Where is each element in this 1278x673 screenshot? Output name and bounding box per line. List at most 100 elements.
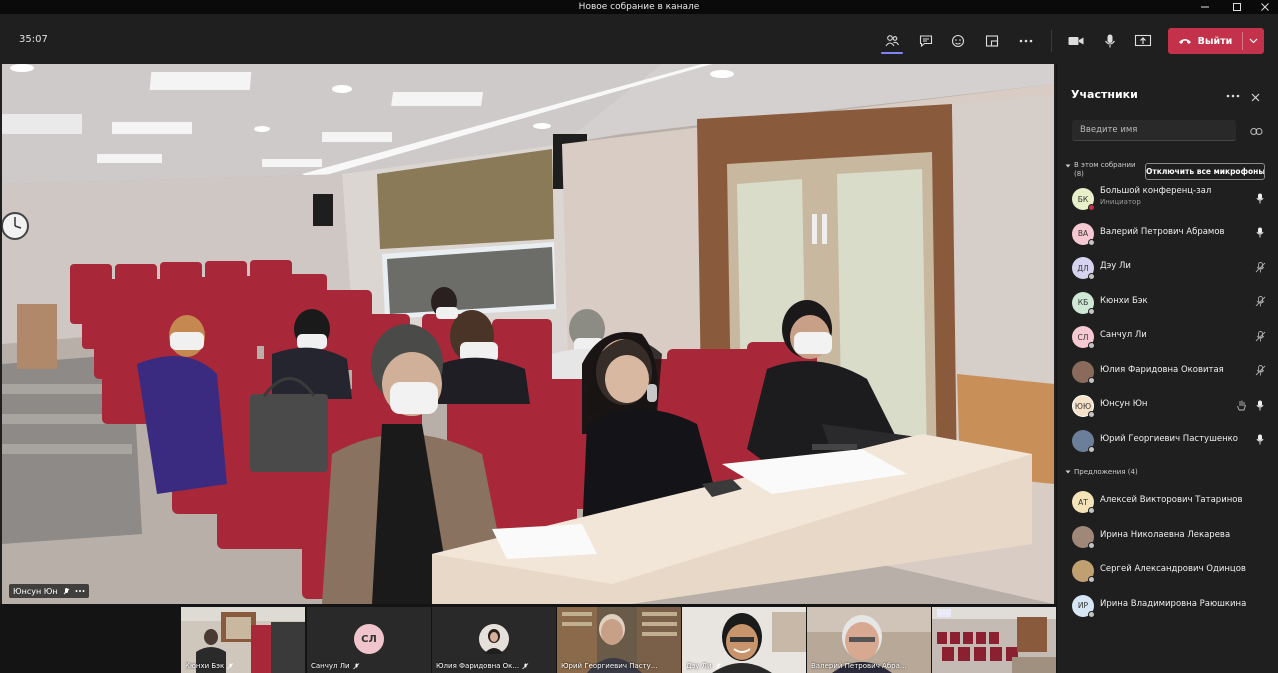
thumbnail-name: Валерий Петрович Абра... [811,662,907,670]
in-meeting-section-header[interactable]: В этом собрании (8) [1065,161,1136,179]
participant-search-input[interactable] [1072,120,1236,141]
thumbnail-name: Юлия Фаридовна Ок... [436,661,552,671]
maximize-icon[interactable] [1222,0,1252,14]
suggestion-name: Алексей Викторович Татаринов [1100,495,1243,505]
suggestion-row[interactable]: Сергей Александрович Одинцов [1057,553,1278,587]
panel-title: Участники [1071,88,1138,101]
microphone-icon[interactable] [1254,399,1266,411]
muted-mic-icon [352,662,359,669]
in-meeting-label: В этом собрании [1074,161,1136,169]
participant-name: Дэу Ли [1100,261,1131,271]
presence-status-icon [1088,576,1095,583]
suggestions-section-header[interactable]: Предложения (4) [1065,468,1138,477]
suggestion-name: Ирина Владимировна Раюшкина [1100,598,1247,609]
thumbnail-name: Дэу Ли [686,661,802,671]
participant-name: Юнсун Юн [1100,399,1148,409]
share-invite-icon[interactable] [1249,124,1263,138]
suggestion-name: Ирина Николаевна Лекарева [1100,529,1231,540]
presence-status-icon [1088,411,1095,418]
presence-status-icon [1088,610,1095,618]
participant-name: Санчул Ли [1100,330,1147,340]
main-video-nametag: Юнсун Юн [9,584,89,598]
leave-label: Выйти [1197,35,1233,47]
chevron-down-icon [1065,164,1071,168]
presence-status-icon [1088,273,1095,280]
title-bar: Новое собрание в канале [0,0,1278,14]
presence-status-icon [1088,507,1095,514]
more-options-icon[interactable] [1225,90,1241,102]
avatar: СЛ [354,624,384,654]
video-thumbnail[interactable]: Кюнхи Бэк [181,607,305,673]
presence-status-icon [1088,238,1095,246]
video-thumbnail[interactable] [932,607,1056,673]
leave-main[interactable]: Выйти [1168,28,1242,54]
participant-name: Большой конференц-зал [1100,186,1212,196]
leave-button[interactable]: Выйти [1168,28,1264,54]
camera-icon[interactable] [1066,31,1086,51]
suggestion-row[interactable]: Ирина Николаевна Лекарева [1057,519,1278,553]
presence-status-icon [1088,342,1095,349]
participant-row[interactable]: СЛ Санчул Ли [1057,319,1278,353]
thumbnail-name: Санчул Ли [311,661,427,671]
muted-mic-icon[interactable] [1254,261,1266,273]
raise-hand-icon[interactable] [948,31,968,51]
participant-row[interactable]: Юлия Фаридовна Оковитая [1057,354,1278,388]
muted-mic-icon[interactable] [1254,365,1266,377]
presence-status-icon [1088,376,1095,384]
video-thumbnail[interactable]: СЛ Санчул Ли [307,607,431,673]
teams-meeting-window: Новое собрание в канале 35:07 Выйти Юнсу… [0,0,1278,673]
meeting-toolbar: 35:07 Выйти [0,14,1278,64]
participant-row[interactable]: БК Большой конференц-зал Инициатор [1057,181,1278,215]
share-screen-icon[interactable] [1133,31,1153,51]
toolbar-separator [1051,30,1052,52]
participant-name: Юрий Георгиевич Пастушенко [1100,433,1238,444]
video-thumbnail[interactable]: Юлия Фаридовна Ок... [432,607,556,673]
suggestion-name: Сергей Александрович Одинцов [1100,564,1246,574]
microphone-icon[interactable] [1254,192,1266,204]
muted-mic-icon[interactable] [1254,330,1266,342]
muted-mic-icon[interactable] [1254,296,1266,308]
avatar [479,624,509,654]
muted-mic-icon [227,662,234,669]
microphone-icon[interactable] [1254,434,1266,446]
more-options-icon[interactable] [75,589,85,593]
more-actions-icon[interactable] [1016,31,1036,51]
participants-active-indicator [881,52,903,54]
chat-icon[interactable] [916,31,936,51]
close-window-icon[interactable] [1250,0,1278,14]
video-thumbnail-strip: Кюнхи Бэк СЛ Санчул Ли Юлия Фаридовна Ок… [0,604,1056,673]
participants-icon[interactable] [882,31,902,51]
chevron-down-icon[interactable] [1243,28,1264,54]
presence-status-icon [1088,204,1095,211]
presence-status-icon [1088,445,1095,453]
main-video-feed[interactable]: Юнсун Юн [2,64,1054,604]
close-icon[interactable] [1248,90,1262,104]
video-thumbnail[interactable]: Юрий Георгиевич Пасту... [557,607,681,673]
mute-all-button[interactable]: Отключить все микрофоны [1145,163,1265,180]
chevron-down-icon [1065,470,1071,474]
minimize-icon[interactable] [1190,0,1220,14]
participant-name: Юлия Фаридовна Оковитая [1100,364,1224,375]
participant-row[interactable]: КБ Кюнхи Бэк [1057,285,1278,319]
participant-row[interactable]: ДЛ Дэу Ли [1057,250,1278,284]
video-thumbnail[interactable]: Дэу Ли [682,607,806,673]
muted-mic-icon [714,662,721,669]
suggestion-row[interactable]: АТ Алексей Викторович Татаринов [1057,484,1278,518]
meeting-timer: 35:07 [19,34,48,45]
participant-row[interactable]: ВА Валерий Петрович Абрамов [1057,216,1278,250]
microphone-icon[interactable] [1100,31,1120,51]
participant-name: Кюнхи Бэк [1100,295,1148,306]
participant-role: Инициатор [1100,198,1141,206]
video-thumbnail[interactable]: Валерий Петрович Абра... [807,607,931,673]
presence-status-icon [1088,541,1095,549]
in-meeting-count: (8) [1074,170,1084,178]
presence-status-icon [1088,307,1095,315]
main-video-name: Юнсун Юн [13,586,58,596]
participant-row[interactable]: ЮЮ Юнсун Юн [1057,388,1278,422]
participant-name: Валерий Петрович Абрамов [1100,226,1225,237]
microphone-icon[interactable] [1254,227,1266,239]
rooms-icon[interactable] [982,31,1002,51]
thumbnail-name: Кюнхи Бэк [185,661,301,671]
participant-row[interactable]: Юрий Георгиевич Пастушенко [1057,423,1278,457]
suggestion-row[interactable]: ИР Ирина Владимировна Раюшкина [1057,588,1278,622]
